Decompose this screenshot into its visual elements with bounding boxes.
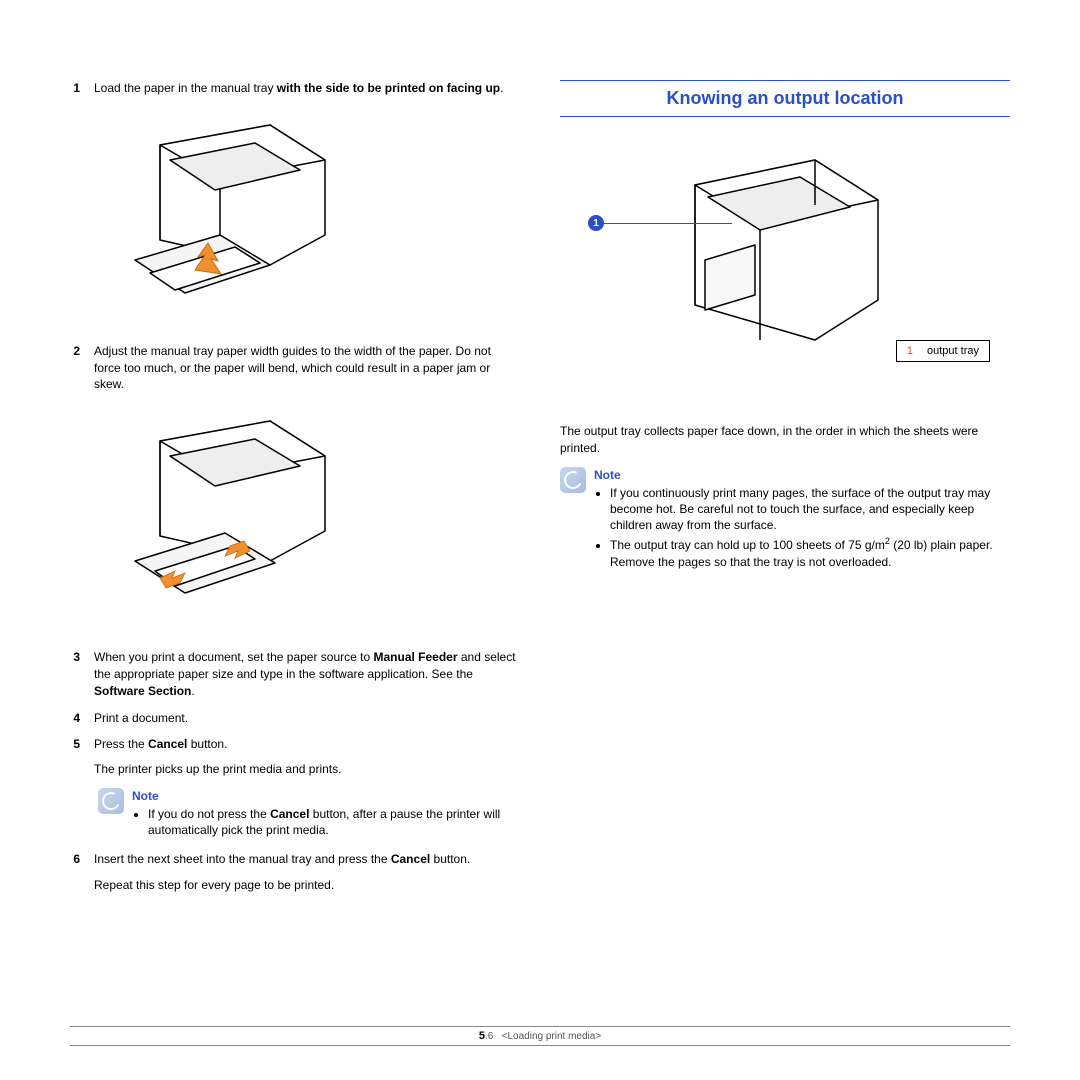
right-column: Knowing an output location 1 1 output tr… [560, 80, 1010, 1000]
text: Insert the next sheet into the manual tr… [94, 852, 391, 866]
text-bold: Software Section [94, 684, 191, 698]
text: The output tray can hold up to 100 sheet… [610, 538, 885, 552]
step-4: 4 Print a document. [70, 710, 520, 727]
note-item: If you continuously print many pages, th… [610, 485, 1010, 534]
legend-box: 1 output tray [896, 340, 990, 362]
output-description: The output tray collects paper face down… [560, 423, 1010, 457]
printer-illustration-1 [100, 115, 360, 325]
section-heading: Knowing an output location [560, 84, 1010, 113]
note-block-left: Note If you do not press the Cancel butt… [98, 788, 520, 841]
text-bold: Cancel [270, 807, 309, 821]
text-bold: Cancel [391, 852, 430, 866]
note-icon [98, 788, 124, 814]
note-item: If you do not press the Cancel button, a… [148, 806, 520, 838]
note-block-right: Note If you continuously print many page… [560, 467, 1010, 572]
step-5: 5 Press the Cancel button. The printer p… [70, 736, 520, 778]
callout-line [604, 223, 732, 224]
note-title: Note [132, 788, 520, 804]
note-content: Note If you continuously print many page… [594, 467, 1010, 572]
text: If you do not press the [148, 807, 270, 821]
text: When you print a document, set the paper… [94, 650, 374, 664]
step-body: Insert the next sheet into the manual tr… [94, 851, 520, 895]
note-item: The output tray can hold up to 100 sheet… [610, 535, 1010, 569]
text-bold: Cancel [148, 737, 187, 751]
step-2: 2 Adjust the manual tray paper width gui… [70, 343, 520, 393]
text: . [191, 684, 194, 698]
text: Press the [94, 737, 148, 751]
note-icon [560, 467, 586, 493]
step-3: 3 When you print a document, set the pap… [70, 649, 520, 699]
printer-illustration-2 [100, 411, 360, 631]
figure-output-tray: 1 1 output tray [560, 145, 1010, 405]
note-content: Note If you do not press the Cancel butt… [132, 788, 520, 841]
text: button. [430, 852, 470, 866]
page-number-minor: .6 [485, 1031, 493, 1042]
step-number: 2 [70, 343, 80, 393]
step-body: When you print a document, set the paper… [94, 649, 520, 699]
step-text-bold: with the side to be printed on facing up [277, 81, 500, 95]
step-body: Load the paper in the manual tray with t… [94, 80, 520, 97]
step-number: 6 [70, 851, 80, 895]
chapter-title: <Loading print media> [502, 1031, 602, 1042]
step-text-post: . [500, 81, 503, 95]
step-body: Print a document. [94, 710, 520, 727]
step-text-pre: Load the paper in the manual tray [94, 81, 277, 95]
text-bold: Manual Feeder [374, 650, 458, 664]
step-body: Press the Cancel button. The printer pic… [94, 736, 520, 778]
text-extra: Repeat this step for every page to be pr… [94, 877, 520, 894]
printer-illustration-output [640, 145, 920, 375]
step-body: Adjust the manual tray paper width guide… [94, 343, 520, 393]
legend-number: 1 [907, 345, 913, 357]
step-1: 1 Load the paper in the manual tray with… [70, 80, 520, 97]
step-6: 6 Insert the next sheet into the manual … [70, 851, 520, 895]
text: button. [187, 737, 227, 751]
note-title: Note [594, 467, 1010, 483]
step-number: 1 [70, 80, 80, 97]
section-header: Knowing an output location [560, 80, 1010, 117]
left-column: 1 Load the paper in the manual tray with… [70, 80, 520, 1000]
callout-bubble: 1 [588, 215, 604, 231]
legend-label: output tray [927, 345, 979, 357]
step-number: 3 [70, 649, 80, 699]
step-number: 5 [70, 736, 80, 778]
text-extra: The printer picks up the print media and… [94, 761, 520, 778]
page-footer: 5.6 <Loading print media> [70, 1026, 1010, 1046]
step-number: 4 [70, 710, 80, 727]
figure-width-guides [100, 411, 520, 631]
figure-manual-tray-load [100, 115, 520, 325]
